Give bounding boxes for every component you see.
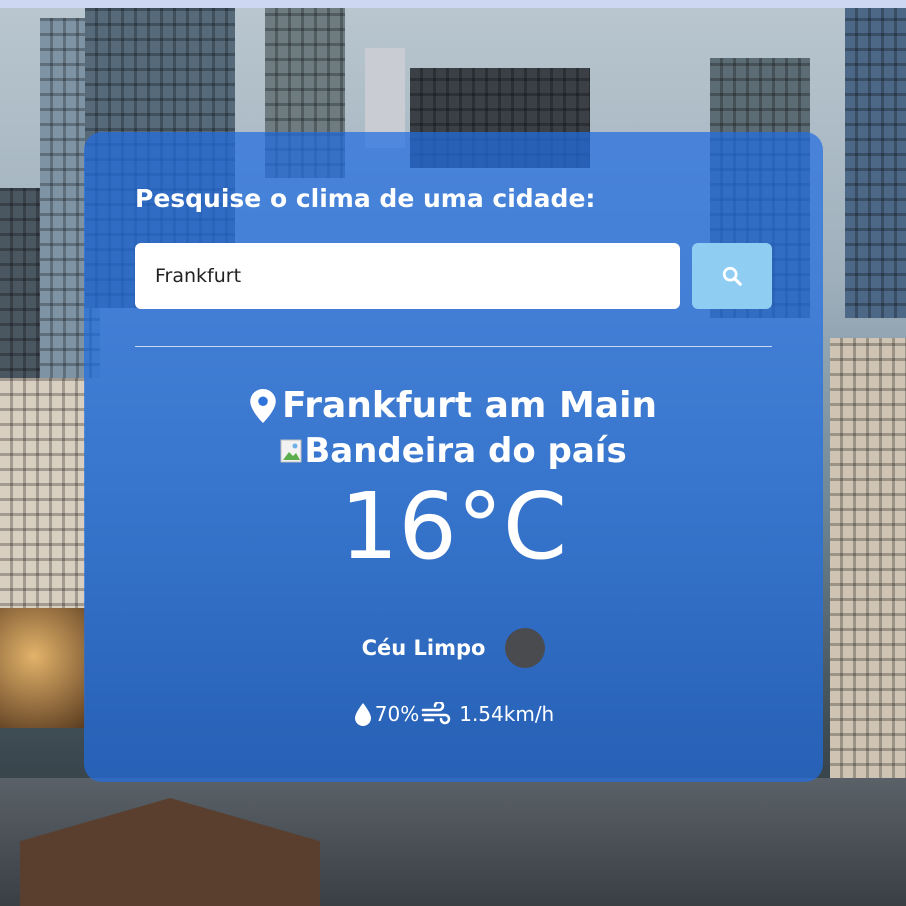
divider xyxy=(135,346,772,347)
flag-alt-text: Bandeira do país xyxy=(304,431,627,471)
wind-icon xyxy=(421,702,451,725)
wind-speed-value: 1.54km/h xyxy=(459,702,555,726)
browser-top-strip xyxy=(0,0,906,8)
broken-image-icon xyxy=(280,439,302,463)
humidity-drop-icon xyxy=(354,703,371,726)
weather-condition-icon xyxy=(505,628,546,668)
lit-windows xyxy=(0,608,85,728)
humidity-value: 70% xyxy=(374,702,420,726)
search-button[interactable] xyxy=(692,243,772,309)
search-icon xyxy=(722,266,742,286)
condition-row: Céu Limpo xyxy=(84,628,823,668)
search-title: Pesquise o clima de uma cidade: xyxy=(135,184,596,213)
weather-card: Pesquise o clima de uma cidade: Frankfur… xyxy=(84,132,823,782)
details-row: 70% 1.54km/h xyxy=(84,702,823,726)
building xyxy=(830,338,906,778)
country-flag: Bandeira do país xyxy=(84,431,823,471)
weather-description: Céu Limpo xyxy=(361,636,486,660)
building xyxy=(845,8,906,318)
temperature: 16°C xyxy=(339,473,568,580)
city-search-input[interactable] xyxy=(135,243,680,309)
city-name: Frankfurt am Main xyxy=(281,385,658,426)
city-row: Frankfurt am Main xyxy=(84,385,823,426)
location-pin-icon xyxy=(250,388,276,423)
